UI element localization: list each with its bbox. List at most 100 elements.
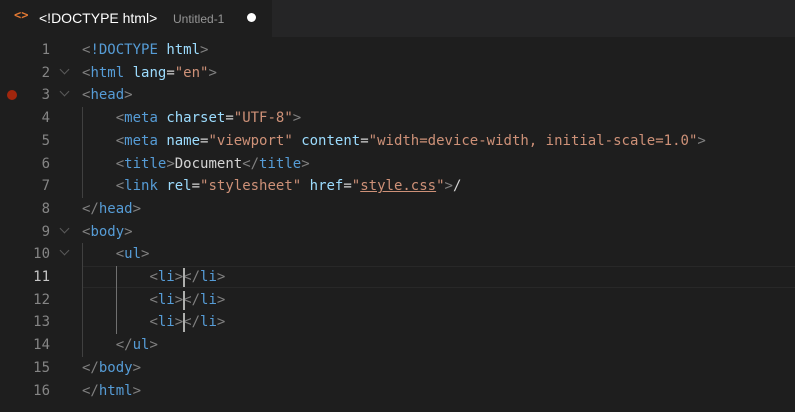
- line-number: 10: [33, 246, 50, 263]
- code-token: </: [115, 337, 133, 354]
- code-token: >: [216, 314, 226, 331]
- code-line[interactable]: 8 </head>: [0, 198, 795, 220]
- code-text: <link rel="stylesheet" href="style.css">…: [82, 175, 462, 197]
- editor-tab-bar: <> <!DOCTYPE html> Untitled-1: [0, 0, 795, 37]
- code-token: >: [200, 42, 209, 58]
- code-token: "stylesheet": [200, 178, 302, 195]
- code-token: >: [124, 223, 133, 240]
- code-line[interactable]: 1 <!DOCTYPE html>: [0, 39, 795, 61]
- code-token: body: [90, 223, 125, 240]
- code-token: li: [200, 291, 217, 308]
- code-editor[interactable]: 1 <!DOCTYPE html> 2 <html lang="en"> 3 <head>…: [0, 37, 795, 412]
- tab-description: Untitled-1: [173, 12, 225, 26]
- indent-guide: [115, 266, 117, 335]
- code-token: >: [132, 200, 142, 217]
- code-line[interactable]: 16 </html>: [0, 380, 795, 402]
- line-number: 8: [41, 200, 50, 217]
- code-token: li: [157, 269, 175, 285]
- code-token: !DOCTYPE: [90, 42, 158, 58]
- code-token: >: [174, 269, 184, 285]
- indent-guide: [82, 243, 83, 357]
- code-token: =: [225, 110, 234, 127]
- code-token: head: [98, 200, 133, 217]
- code-text: </html>: [82, 380, 141, 402]
- code-text: <head>: [82, 84, 133, 106]
- code-text: </ul>: [82, 334, 158, 356]
- code-token: ul: [124, 246, 142, 263]
- code-token: >: [132, 359, 142, 376]
- code-text: </head>: [82, 198, 141, 220]
- code-token: </: [82, 382, 99, 399]
- code-token: >: [174, 291, 184, 308]
- tab-title: <!DOCTYPE html>: [39, 10, 158, 26]
- line-number: 7: [41, 178, 50, 195]
- code-token: href: [309, 178, 344, 195]
- code-token: Document: [174, 155, 243, 172]
- editor-tab[interactable]: <> <!DOCTYPE html> Untitled-1: [0, 0, 272, 37]
- code-line[interactable]: 15 </body>: [0, 357, 795, 379]
- code-line[interactable]: 14 </ul>: [0, 334, 795, 356]
- line-number: 2: [41, 64, 50, 81]
- code-token: >: [174, 314, 184, 331]
- code-token: =: [343, 178, 352, 195]
- code-line[interactable]: 11 <li></li>: [0, 266, 795, 288]
- code-token: </: [183, 291, 201, 308]
- code-token: style.css: [360, 178, 437, 195]
- code-token: title: [259, 155, 302, 172]
- text-cursor: [183, 290, 186, 310]
- code-token: =: [166, 64, 175, 81]
- code-line[interactable]: 2 <html lang="en">: [0, 62, 795, 84]
- fold-chevron-icon[interactable]: [59, 223, 70, 234]
- code-token: html: [90, 64, 125, 81]
- code-text: <ul>: [82, 243, 150, 265]
- code-token: link: [124, 178, 158, 195]
- code-token: name: [166, 132, 201, 149]
- code-token: >: [208, 64, 217, 81]
- code-line[interactable]: 6 <title>Document</title>: [0, 153, 795, 175]
- code-line[interactable]: 12 <li></li>: [0, 289, 795, 311]
- code-token: </: [183, 269, 201, 285]
- code-token: li: [200, 269, 217, 285]
- code-line[interactable]: 13 <li></li>: [0, 311, 795, 333]
- code-line[interactable]: 7 <link rel="stylesheet" href="style.css…: [0, 175, 795, 197]
- code-line[interactable]: 5 <meta name="viewport" content="width=d…: [0, 130, 795, 152]
- unsaved-dot-icon[interactable]: [247, 13, 256, 22]
- code-line[interactable]: 9 <body>: [0, 221, 795, 243]
- code-token: head: [90, 87, 125, 104]
- code-token: >: [166, 155, 175, 172]
- code-line[interactable]: 4 <meta charset="UTF-8">: [0, 107, 795, 129]
- code-line[interactable]: 10 <ul>: [0, 243, 795, 265]
- code-token: </: [183, 314, 201, 331]
- code-token: >: [132, 382, 142, 399]
- code-token: charset: [166, 110, 226, 127]
- code-token: /: [452, 178, 462, 195]
- code-token: <: [149, 269, 158, 285]
- line-number: 5: [41, 132, 50, 149]
- code-token: "viewport": [208, 132, 293, 149]
- html-file-icon: <>: [14, 8, 29, 22]
- line-number: 16: [33, 382, 50, 399]
- code-token: </: [82, 200, 99, 217]
- code-token: <: [115, 246, 125, 263]
- code-line[interactable]: 3 <head>: [0, 84, 795, 106]
- code-token: >: [216, 291, 226, 308]
- fold-chevron-icon[interactable]: [59, 64, 70, 75]
- code-token: li: [157, 314, 175, 331]
- code-token: >: [301, 155, 310, 172]
- code-text: <meta name="viewport" content="width=dev…: [82, 130, 706, 152]
- text-cursor: [183, 313, 186, 333]
- code-token: ul: [132, 337, 150, 354]
- code-text: <li></li>: [82, 311, 225, 333]
- text-cursor: [183, 268, 186, 287]
- code-token: >: [216, 269, 226, 285]
- code-token: li: [200, 314, 217, 331]
- line-number: 4: [41, 110, 50, 127]
- code-token: <: [115, 132, 125, 149]
- line-number: 11: [33, 269, 50, 285]
- fold-chevron-icon[interactable]: [59, 86, 70, 97]
- fold-chevron-icon[interactable]: [59, 245, 70, 256]
